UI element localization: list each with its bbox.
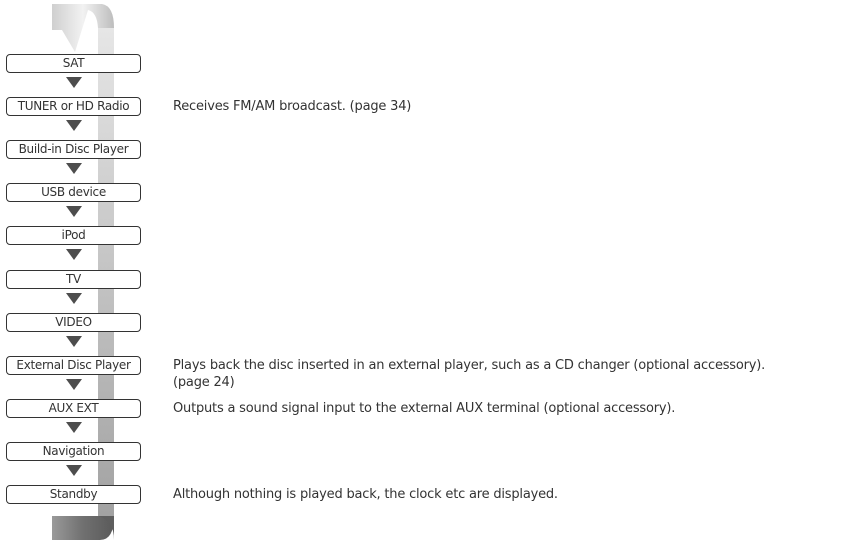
source-box-5: TV <box>6 270 141 289</box>
down-triangle-icon <box>66 422 82 433</box>
source-box-8: AUX EXT <box>6 399 141 418</box>
down-triangle-icon <box>66 206 82 217</box>
source-box-7: External Disc Player <box>6 356 141 375</box>
source-box-3: USB device <box>6 183 141 202</box>
source-box-6: VIDEO <box>6 313 141 332</box>
description-line: Receives FM/AM broadcast. (page 34) <box>173 99 412 114</box>
description-line: Plays back the disc inserted in an exter… <box>173 358 766 373</box>
source-box-0: SAT <box>6 54 141 73</box>
source-box-1: TUNER or HD Radio <box>6 97 141 116</box>
down-triangle-icon <box>66 379 82 390</box>
source-description-10: Although nothing is played back, the clo… <box>173 486 558 503</box>
down-triangle-icon <box>66 465 82 476</box>
source-box-2: Build-in Disc Player <box>6 140 141 159</box>
source-box-10: Standby <box>6 485 141 504</box>
down-triangle-icon <box>66 120 82 131</box>
source-description-8: Outputs a sound signal input to the exte… <box>173 400 675 417</box>
down-triangle-icon <box>66 293 82 304</box>
source-box-4: iPod <box>6 226 141 245</box>
source-description-1: Receives FM/AM broadcast. (page 34) <box>173 98 411 115</box>
source-description-7: Plays back the disc inserted in an exter… <box>173 357 765 391</box>
down-triangle-icon <box>66 163 82 174</box>
source-box-9: Navigation <box>6 442 141 461</box>
ribbon-bottom-curl <box>52 516 114 540</box>
down-triangle-icon <box>66 336 82 347</box>
down-triangle-icon <box>66 249 82 260</box>
description-line: Although nothing is played back, the clo… <box>173 487 558 502</box>
description-line: (page 24) <box>173 375 235 390</box>
description-line: Outputs a sound signal input to the exte… <box>173 401 676 416</box>
down-triangle-icon <box>66 77 82 88</box>
